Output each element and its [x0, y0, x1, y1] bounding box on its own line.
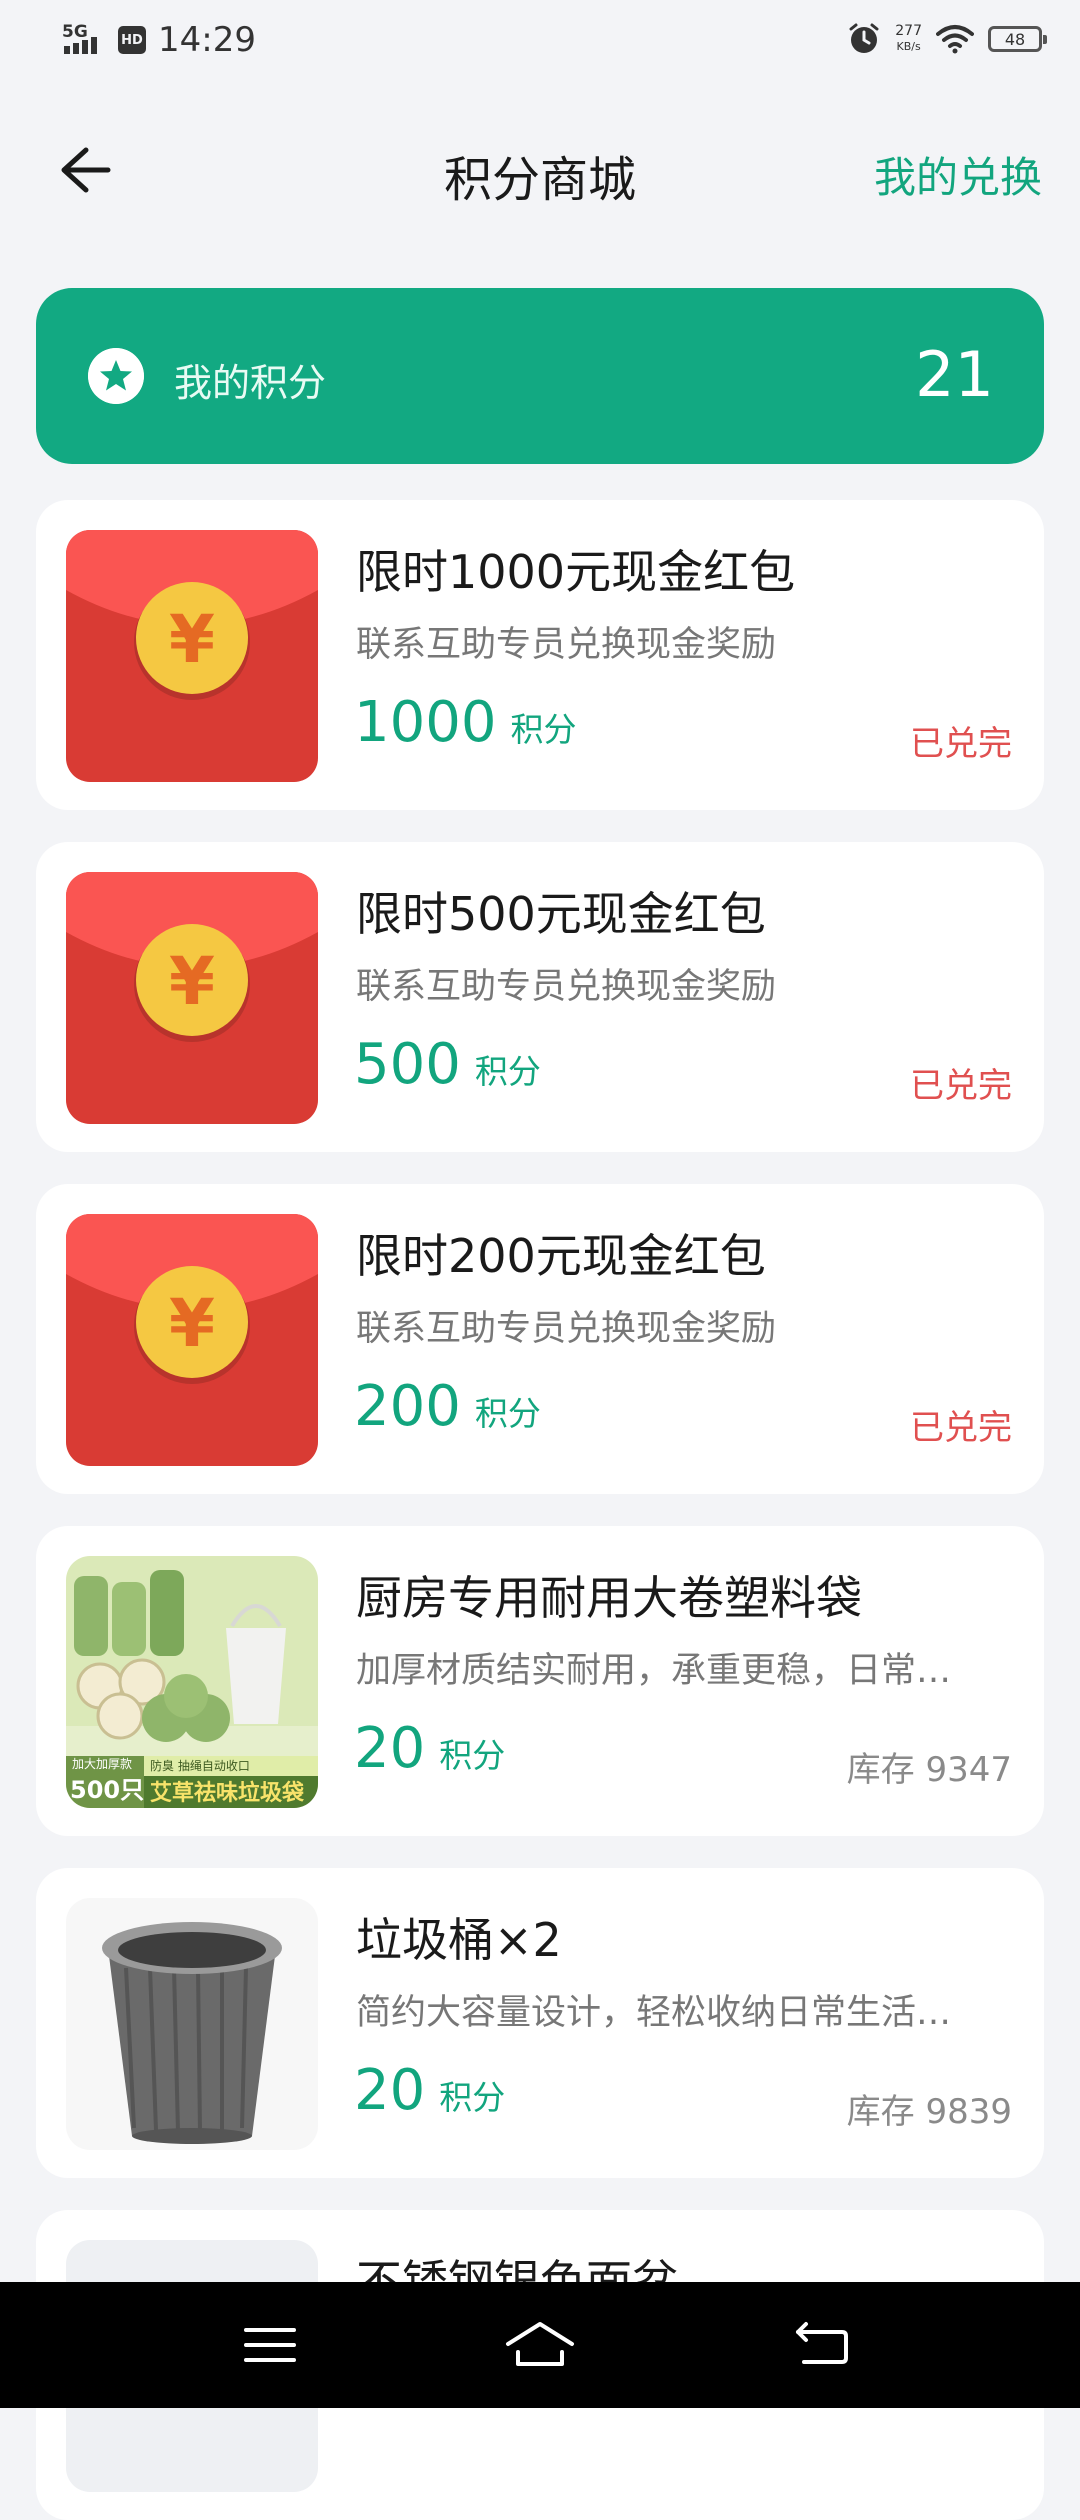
sold-out-status: 已兑完 [910, 1066, 1012, 1106]
product-desc: 联系互助专员兑换现金奖励 [356, 1309, 777, 1349]
svg-text:艾草祛味垃圾袋: 艾草祛味垃圾袋 [150, 1780, 305, 1806]
product-desc: 联系互助专员兑换现金奖励 [356, 967, 777, 1007]
product-desc: 简约大容量设计，轻松收纳日常生活… [356, 1993, 952, 2033]
product-desc: 加厚材质结实耐用，承重更稳，日常… [356, 1651, 952, 1691]
status-time: 14:29 [158, 20, 256, 60]
svg-text:加大加厚款: 加大加厚款 [72, 1757, 132, 1771]
product-card[interactable]: ¥ 限时1000元现金红包 联系互助专员兑换现金奖励 1000 积分 已兑完 [36, 500, 1044, 810]
sold-out-status: 已兑完 [910, 724, 1012, 764]
return-icon[interactable] [792, 2318, 852, 2372]
product-card[interactable]: 垃圾桶×2 简约大容量设计，轻松收纳日常生活… 20 积分 库存 9839 [36, 1868, 1044, 2178]
svg-text:¥: ¥ [169, 601, 215, 678]
product-price: 1000 积分 [354, 690, 577, 755]
hd-icon: HD [118, 26, 146, 54]
svg-text:¥: ¥ [169, 1285, 215, 1362]
product-title: 限时1000元现金红包 [356, 545, 796, 599]
points-banner: 我的积分 21 [36, 288, 1044, 464]
system-nav-bar [0, 2282, 1080, 2408]
stock-count: 库存 9839 [846, 2092, 1012, 2132]
points-label: 我的积分 [174, 361, 327, 405]
menu-icon[interactable] [240, 2318, 300, 2372]
product-title: 限时500元现金红包 [356, 887, 766, 941]
sold-out-status: 已兑完 [910, 1408, 1012, 1448]
product-title: 限时200元现金红包 [356, 1229, 766, 1283]
star-icon [88, 348, 144, 404]
wifi-icon [936, 25, 974, 54]
stock-count: 库存 9347 [846, 1750, 1012, 1790]
status-bar: 5G HD 14:29 277 KB/s 48 [0, 0, 1080, 86]
red-packet-image: ¥ [66, 872, 318, 1124]
points-value: 21 [915, 338, 994, 411]
svg-text:¥: ¥ [169, 943, 215, 1020]
trash-bags-image: 加大加厚款 500只 防臭 抽绳自动收口 艾草祛味垃圾袋 [66, 1556, 318, 1808]
product-price: 200 积分 [354, 1374, 541, 1439]
product-price: 20 积分 [354, 2058, 506, 2123]
home-icon[interactable] [504, 2318, 576, 2372]
my-exchange-link[interactable]: 我的兑换 [874, 144, 1042, 205]
red-packet-image: ¥ [66, 530, 318, 782]
signal-icon: 5G [62, 22, 110, 58]
alarm-icon [849, 23, 879, 53]
header: 积分商城 我的兑换 [0, 120, 1080, 220]
product-card[interactable]: 加大加厚款 500只 防臭 抽绳自动收口 艾草祛味垃圾袋 厨房专用耐用大卷塑料袋… [36, 1526, 1044, 1836]
svg-text:500只: 500只 [70, 1776, 144, 1804]
trash-bin-image [66, 1898, 318, 2150]
svg-text:防臭 抽绳自动收口: 防臭 抽绳自动收口 [150, 1758, 250, 1773]
product-price: 500 积分 [354, 1032, 541, 1097]
product-price: 20 积分 [354, 1716, 506, 1781]
product-title: 垃圾桶×2 [356, 1913, 562, 1967]
product-card[interactable]: ¥ 限时500元现金红包 联系互助专员兑换现金奖励 500 积分 已兑完 [36, 842, 1044, 1152]
product-desc: 联系互助专员兑换现金奖励 [356, 625, 777, 665]
battery-icon: 48 [988, 26, 1047, 52]
product-title: 厨房专用耐用大卷塑料袋 [356, 1571, 862, 1625]
product-card[interactable]: ¥ 限时200元现金红包 联系互助专员兑换现金奖励 200 积分 已兑完 [36, 1184, 1044, 1494]
red-packet-image: ¥ [66, 1214, 318, 1466]
net-speed: 277 KB/s [895, 23, 922, 54]
